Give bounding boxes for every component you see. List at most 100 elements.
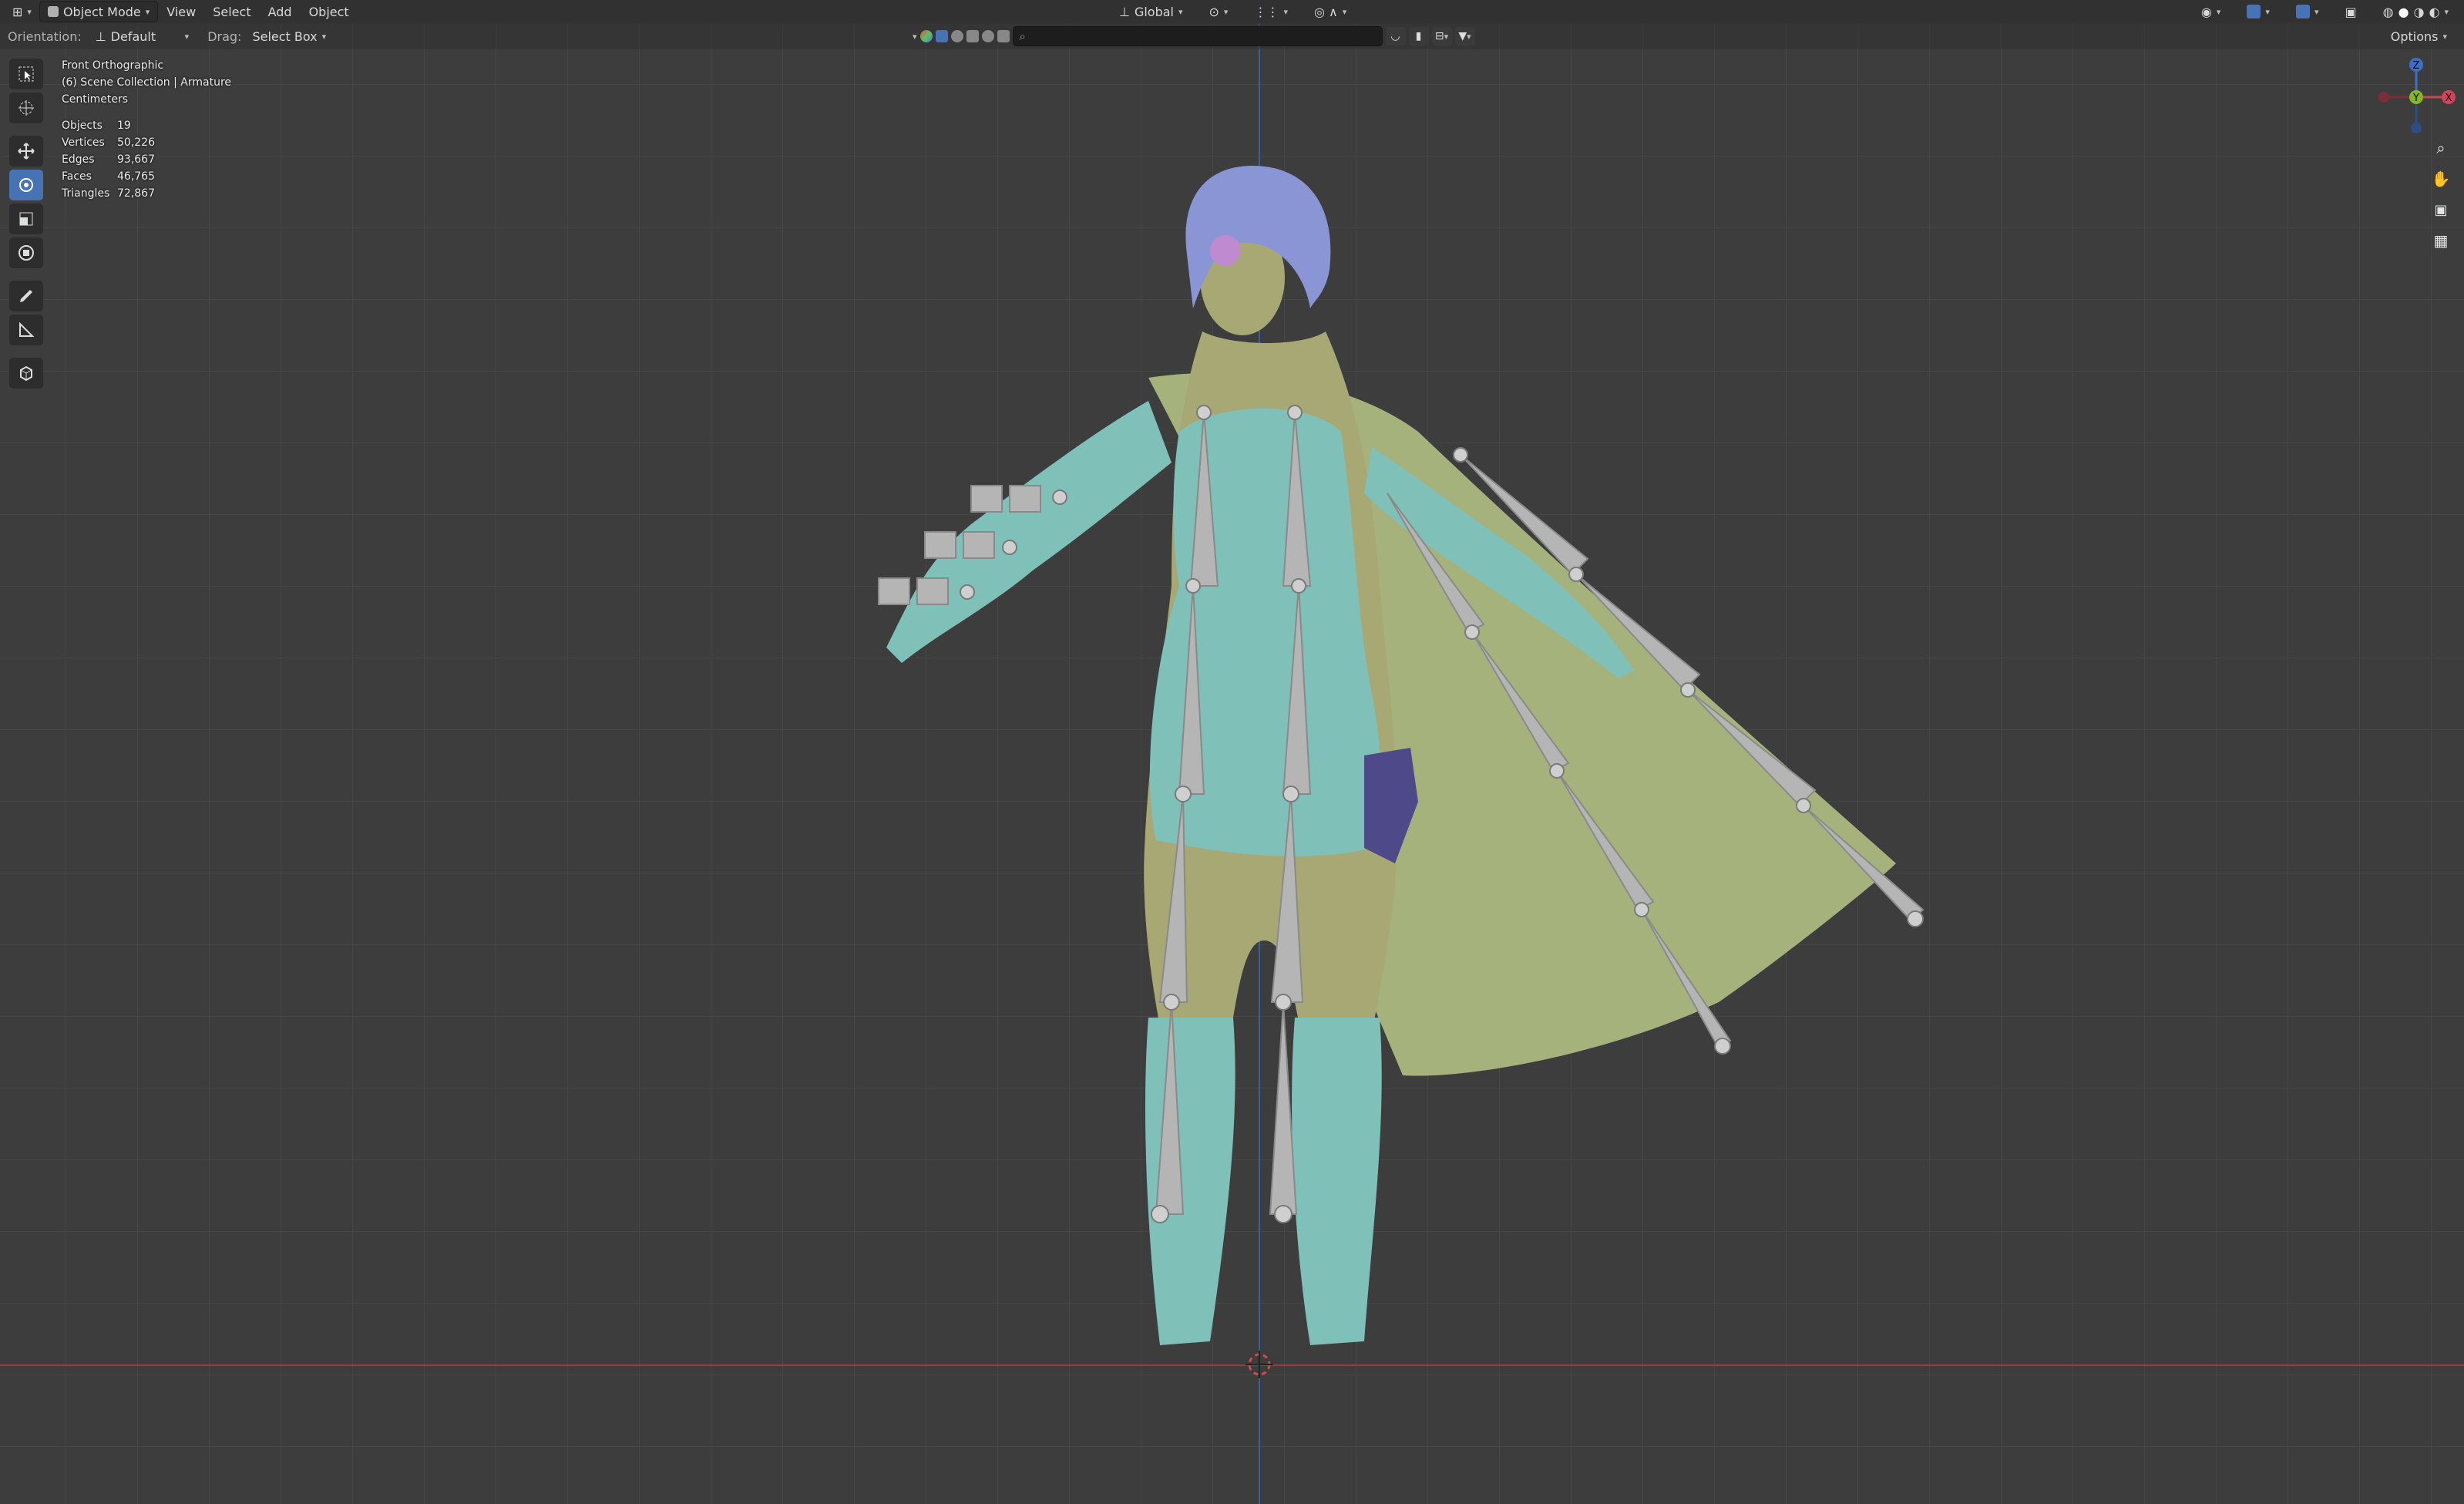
proportional-edit-toggle[interactable]: ◎ ∧ ▾ xyxy=(1306,2,1354,22)
gizmo-z-handle[interactable]: Z xyxy=(2409,58,2423,72)
add-cube-tool[interactable] xyxy=(9,358,43,389)
transform-icon xyxy=(18,245,34,261)
menu-view[interactable]: View xyxy=(158,2,204,22)
orientation-axes-icon: ⊥ xyxy=(95,29,106,44)
visibility-dropdown[interactable]: ◉ ▾ xyxy=(2193,2,2229,22)
bookmark-icon: ▮ xyxy=(1415,30,1422,42)
viewport-header: ⊞ ▾ Object Mode ▾ View Select Add Object ⊥… xyxy=(0,0,2464,23)
drag-dropdown[interactable]: Select Box ▾ xyxy=(244,26,334,46)
cube-icon xyxy=(20,365,32,382)
material-shading-icon[interactable]: ◑ xyxy=(2414,5,2425,19)
gizmo-toggle[interactable]: ▾ xyxy=(2239,2,2277,22)
filter-icon: ▼ xyxy=(1458,30,1467,42)
measure-ruler-icon xyxy=(19,321,35,337)
stat-value: 19 xyxy=(117,119,131,132)
snap-icon: ⋮⋮ xyxy=(1254,4,1279,19)
scale-tool[interactable] xyxy=(9,204,43,234)
bookmark-button[interactable]: ▮ xyxy=(1408,27,1429,45)
character-model[interactable] xyxy=(0,0,2464,1504)
bone xyxy=(963,531,995,559)
overlays-toggle[interactable]: ▾ xyxy=(2288,2,2327,22)
3d-cursor xyxy=(1245,1351,1273,1378)
gizmo-neg-x-handle[interactable] xyxy=(2378,92,2389,103)
svg-text:Z: Z xyxy=(2413,60,2420,72)
pan-button[interactable]: ✋ xyxy=(2428,167,2454,191)
camera-view-button[interactable]: ▣ xyxy=(2428,197,2454,222)
menu-object[interactable]: Object xyxy=(301,2,358,22)
scale-icon xyxy=(19,212,33,226)
xray-toggle[interactable]: ▣ xyxy=(2337,2,2364,22)
annotate-pencil-icon xyxy=(20,290,32,302)
svg-text:Y: Y xyxy=(2412,93,2419,104)
gizmo-neg-z-handle[interactable] xyxy=(2411,123,2422,133)
wireframe-shading-icon[interactable]: ◍ xyxy=(2383,5,2394,19)
menu-select[interactable]: Select xyxy=(204,2,259,22)
stat-label: Objects xyxy=(62,119,103,132)
pivot-icon: ⊙ xyxy=(1208,4,1219,19)
object-filter-icon[interactable] xyxy=(935,30,948,42)
zoom-icon: ⌕ xyxy=(2436,139,2446,157)
shading-modes[interactable]: ◍ ● ◑ ◐ ▾ xyxy=(2375,2,2456,22)
search-input[interactable]: ⌕ xyxy=(1012,26,1383,46)
cursor-tool[interactable] xyxy=(9,93,43,123)
move-tool[interactable] xyxy=(9,136,43,167)
rendered-shading-icon[interactable]: ◐ xyxy=(2429,5,2440,19)
options-dropdown[interactable]: Options ▾ xyxy=(2383,26,2455,46)
view-name: Front Orthographic xyxy=(62,59,164,72)
gizmo-x-handle[interactable]: X xyxy=(2442,90,2456,104)
move-icon xyxy=(18,143,35,160)
right-boot-mesh xyxy=(1292,1018,1382,1345)
mesh-filter-icon[interactable] xyxy=(950,30,963,42)
stat-value: 50,226 xyxy=(117,136,155,149)
filter-toggle[interactable]: ◡ xyxy=(1385,27,1406,45)
rotate-tool[interactable] xyxy=(9,170,43,200)
camera-filter-icon[interactable] xyxy=(981,30,994,42)
bone xyxy=(1009,485,1041,513)
display-mode-button[interactable]: ⊟ ▾ xyxy=(1431,27,1452,45)
stats-table: Objects 19 Vertices 50,226 Edges 93,667 Fac… xyxy=(62,117,231,202)
viewport-editor-icon: ⊞ xyxy=(12,4,23,19)
left-toolbar xyxy=(9,59,45,389)
select-box-icon xyxy=(18,66,34,82)
annotate-tool[interactable] xyxy=(9,281,43,311)
editor-type-button[interactable]: ⊞ ▾ xyxy=(5,2,39,22)
gizmo-y-handle[interactable]: Y xyxy=(2409,90,2423,104)
bone xyxy=(916,577,949,605)
zoom-button[interactable]: ⌕ xyxy=(2428,136,2454,160)
gizmo-icon xyxy=(2247,5,2261,19)
object-mode-icon xyxy=(47,6,59,17)
color-filter-icon[interactable] xyxy=(919,30,933,42)
measure-tool[interactable] xyxy=(9,315,43,345)
eye-icon: ◉ xyxy=(2200,4,2212,19)
orientation-dropdown[interactable]: ⊥ Default ▾ xyxy=(88,26,197,46)
select-box-tool[interactable] xyxy=(9,59,43,89)
mode-dropdown[interactable]: Object Mode ▾ xyxy=(39,1,159,22)
svg-text:X: X xyxy=(2446,93,2452,104)
light-filter-icon[interactable] xyxy=(966,30,979,42)
solid-shading-icon[interactable]: ● xyxy=(2398,5,2409,19)
transform-tool[interactable] xyxy=(9,237,43,268)
camera-icon: ▣ xyxy=(2434,201,2448,218)
funnel-small-icon: ◡ xyxy=(1390,30,1400,42)
hair-flower xyxy=(1210,235,1241,266)
viewport-stats-overlay: Front Orthographic (6) Scene Collection … xyxy=(62,57,231,202)
snap-toggle[interactable]: ⋮⋮ ▾ xyxy=(1246,2,1296,22)
transform-orientation-dropdown[interactable]: ⊥ Global ▾ xyxy=(1111,2,1191,22)
chevron-down-icon[interactable]: ▾ xyxy=(913,32,917,42)
collection-label: (6) Scene Collection | Armature xyxy=(62,76,232,89)
pivot-point-dropdown[interactable]: ⊙ ▾ xyxy=(1202,2,1236,22)
stat-value: 72,867 xyxy=(117,187,155,200)
xray-icon: ▣ xyxy=(2345,4,2357,19)
stat-label: Triangles xyxy=(62,187,110,200)
filter-button[interactable]: ▼ ▾ xyxy=(1454,27,1475,45)
ortho-toggle-button[interactable]: ▦ xyxy=(2428,228,2454,253)
hand-icon: ✋ xyxy=(2431,170,2451,188)
navigation-gizmo[interactable]: Z X Y xyxy=(2374,57,2459,142)
orientation-label: Orientation: xyxy=(8,29,82,44)
menu-add[interactable]: Add xyxy=(260,2,301,22)
other-filter-icon[interactable] xyxy=(997,30,1010,42)
units-label: Centimeters xyxy=(62,93,129,106)
rotate-icon xyxy=(19,178,33,192)
orientation-icon: ⊥ xyxy=(1119,4,1130,19)
display-mode-icon: ⊟ xyxy=(1434,30,1444,42)
